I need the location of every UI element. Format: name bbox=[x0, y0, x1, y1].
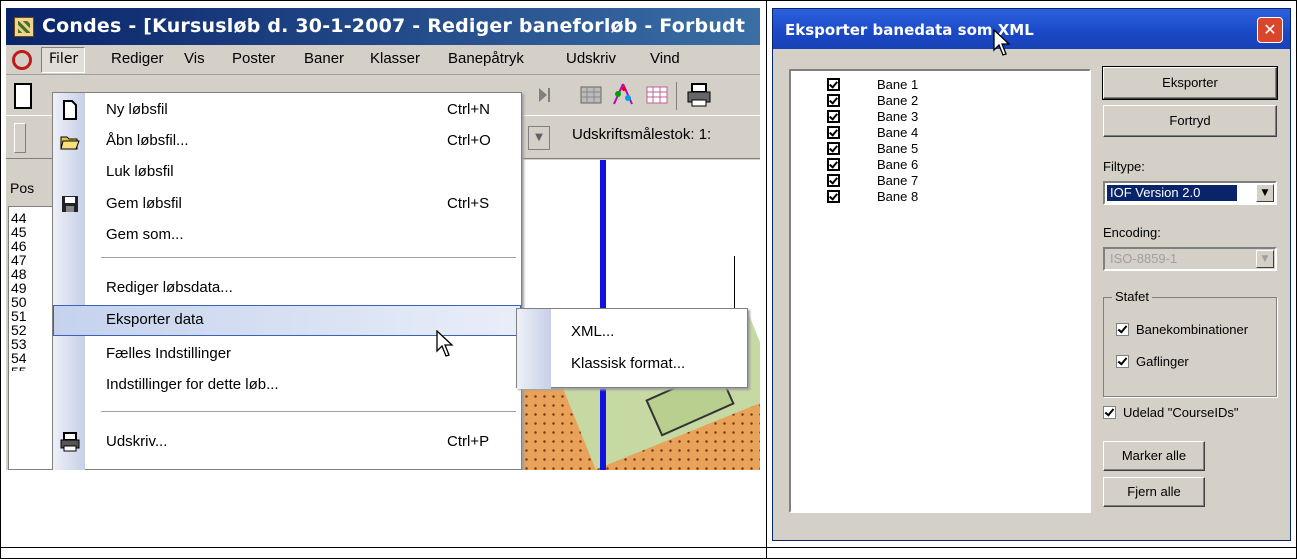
scale-dropdown-arrow[interactable]: ▼ bbox=[528, 126, 550, 150]
app-map-icon bbox=[14, 17, 34, 37]
chevron-down-icon[interactable]: ▼ bbox=[1256, 250, 1274, 268]
list-item[interactable]: 44 bbox=[11, 211, 27, 225]
next-icon[interactable] bbox=[538, 86, 552, 104]
mouse-cursor-icon bbox=[436, 329, 456, 358]
export-button[interactable]: Eksporter bbox=[1102, 66, 1278, 100]
list-item[interactable]: 55 bbox=[11, 365, 27, 371]
menu-item-open[interactable]: Åbn løbsfil... Ctrl+O bbox=[53, 126, 521, 156]
menu-item-print[interactable]: Udskriv... Ctrl+P bbox=[53, 427, 521, 457]
condes-logo-icon bbox=[12, 50, 32, 70]
checkbox-checked-icon[interactable] bbox=[827, 142, 840, 155]
window-titlebar: Condes - [Kursusløb d. 30-1-2007 - Redig… bbox=[6, 8, 760, 45]
list-item[interactable]: 46 bbox=[11, 239, 27, 253]
list-item[interactable]: 48 bbox=[11, 267, 27, 281]
condes-main-window: Condes - [Kursusløb d. 30-1-2007 - Redig… bbox=[6, 8, 760, 470]
menu-item-new[interactable]: Ny løbsfil Ctrl+N bbox=[53, 95, 521, 125]
menu-klasser[interactable]: Klasser bbox=[370, 50, 420, 67]
printer-icon bbox=[59, 431, 81, 453]
list-item[interactable]: 54 bbox=[11, 351, 27, 365]
submenu-item-classic-format[interactable]: Klassisk format... bbox=[571, 355, 685, 372]
dialog-titlebar: Eksporter banedata som XML ✕ bbox=[773, 9, 1290, 49]
menu-item-save[interactable]: Gem løbsfil Ctrl+S bbox=[53, 189, 521, 219]
checkbox-checked-icon[interactable] bbox=[827, 190, 840, 203]
list-item[interactable]: 45 bbox=[11, 225, 27, 239]
save-disk-icon bbox=[59, 193, 81, 215]
course-line-lower bbox=[600, 374, 606, 470]
chevron-down-icon[interactable]: ▼ bbox=[1256, 184, 1274, 202]
relay-group: Stafet Banekombinationer Gaflinger bbox=[1103, 289, 1277, 397]
mouse-cursor-icon bbox=[993, 28, 1013, 57]
menu-item-edit-race-data[interactable]: Rediger løbsdata... bbox=[53, 273, 521, 303]
close-icon[interactable]: ✕ bbox=[1257, 17, 1283, 43]
list-item[interactable]: 52 bbox=[11, 323, 27, 337]
table-icon[interactable] bbox=[646, 84, 668, 106]
menu-filer[interactable]: Filer bbox=[41, 47, 85, 73]
filetype-select[interactable]: IOF Version 2.0 ▼ bbox=[1103, 181, 1277, 205]
menu-rediger[interactable]: Rediger bbox=[111, 50, 164, 67]
menu-vindue[interactable]: Vind bbox=[650, 50, 680, 67]
grid-line bbox=[0, 547, 1297, 548]
menu-udskriv[interactable]: Udskriv bbox=[566, 50, 616, 67]
remove-all-button[interactable]: Fjern alle bbox=[1103, 477, 1205, 507]
map-symbol-icon[interactable] bbox=[610, 82, 636, 108]
list-item[interactable]: 47 bbox=[11, 253, 27, 267]
menu-banepaatryk[interactable]: Banepåtryk bbox=[448, 50, 524, 67]
post-list[interactable]: 44 45 46 47 48 49 50 51 52 53 54 55 bbox=[8, 206, 52, 470]
submenu-icon-strip bbox=[517, 309, 551, 389]
menubar: Filer Rediger Vis Poster Baner Klasser B… bbox=[6, 45, 760, 75]
window-title: Condes - [Kursusløb d. 30-1-2007 - Redig… bbox=[42, 15, 746, 37]
checkbox-checked-icon[interactable] bbox=[827, 78, 840, 91]
list-item[interactable]: 49 bbox=[11, 281, 27, 295]
print-scale-label: Udskriftsmålestok: 1: bbox=[572, 126, 712, 143]
checkbox-checked-icon[interactable] bbox=[1116, 323, 1129, 336]
menu-item-race-settings[interactable]: Indstillinger for dette løb... bbox=[53, 370, 521, 400]
checkbox-checked-icon[interactable] bbox=[1116, 355, 1129, 368]
grid-icon[interactable] bbox=[580, 84, 602, 106]
filetype-label: Filtype: bbox=[1103, 159, 1145, 174]
encoding-label: Encoding: bbox=[1103, 225, 1161, 240]
select-all-button[interactable]: Marker alle bbox=[1103, 441, 1205, 471]
relay-group-title: Stafet bbox=[1112, 289, 1152, 304]
menu-poster[interactable]: Poster bbox=[232, 50, 275, 67]
file-menu: Ny løbsfil Ctrl+N Åbn løbsfil... Ctrl+O Lu… bbox=[52, 92, 522, 470]
grid-line bbox=[766, 0, 767, 559]
printer-icon[interactable] bbox=[686, 82, 712, 108]
new-doc-icon[interactable] bbox=[14, 83, 32, 109]
export-submenu: XML... Klassisk format... bbox=[516, 308, 748, 389]
menu-item-close[interactable]: Luk løbsfil bbox=[53, 157, 521, 187]
list-item[interactable]: 53 bbox=[11, 337, 27, 351]
cancel-button[interactable]: Fortryd bbox=[1103, 105, 1277, 137]
checkbox-checked-icon[interactable] bbox=[827, 126, 840, 139]
list-item[interactable]: 50 bbox=[11, 295, 27, 309]
menu-separator bbox=[101, 411, 516, 413]
course-checklist: Bane 1 Bane 2 Bane 3 Bane 4 Bane 5 Bane … bbox=[789, 69, 1091, 513]
submenu-item-xml[interactable]: XML... bbox=[571, 323, 614, 340]
figure-frame: Condes - [Kursusløb d. 30-1-2007 - Redig… bbox=[0, 0, 1297, 559]
grid-line bbox=[0, 0, 1, 559]
menu-vis[interactable]: Vis bbox=[184, 50, 205, 67]
toolbar-grip bbox=[14, 123, 26, 153]
checkbox-checked-icon[interactable] bbox=[827, 174, 840, 187]
menu-baner[interactable]: Baner bbox=[304, 50, 344, 67]
posts-panel-label: Pos bbox=[10, 180, 35, 196]
menu-item-save-as[interactable]: Gem som... bbox=[53, 220, 521, 250]
checkbox-checked-icon[interactable] bbox=[827, 110, 840, 123]
checkbox-checked-icon[interactable] bbox=[1103, 406, 1116, 419]
menu-separator bbox=[101, 257, 516, 259]
open-folder-icon bbox=[59, 130, 81, 152]
export-xml-dialog: Eksporter banedata som XML ✕ Bane 1 Bane… bbox=[772, 8, 1291, 541]
list-item[interactable]: 51 bbox=[11, 309, 27, 323]
grid-line bbox=[0, 0, 1297, 1]
checkbox-checked-icon[interactable] bbox=[827, 158, 840, 171]
toolbar-divider bbox=[676, 82, 677, 110]
new-file-icon bbox=[59, 99, 81, 121]
encoding-select[interactable]: ISO-8859-1 ▼ bbox=[1103, 247, 1277, 271]
checkbox-checked-icon[interactable] bbox=[827, 94, 840, 107]
